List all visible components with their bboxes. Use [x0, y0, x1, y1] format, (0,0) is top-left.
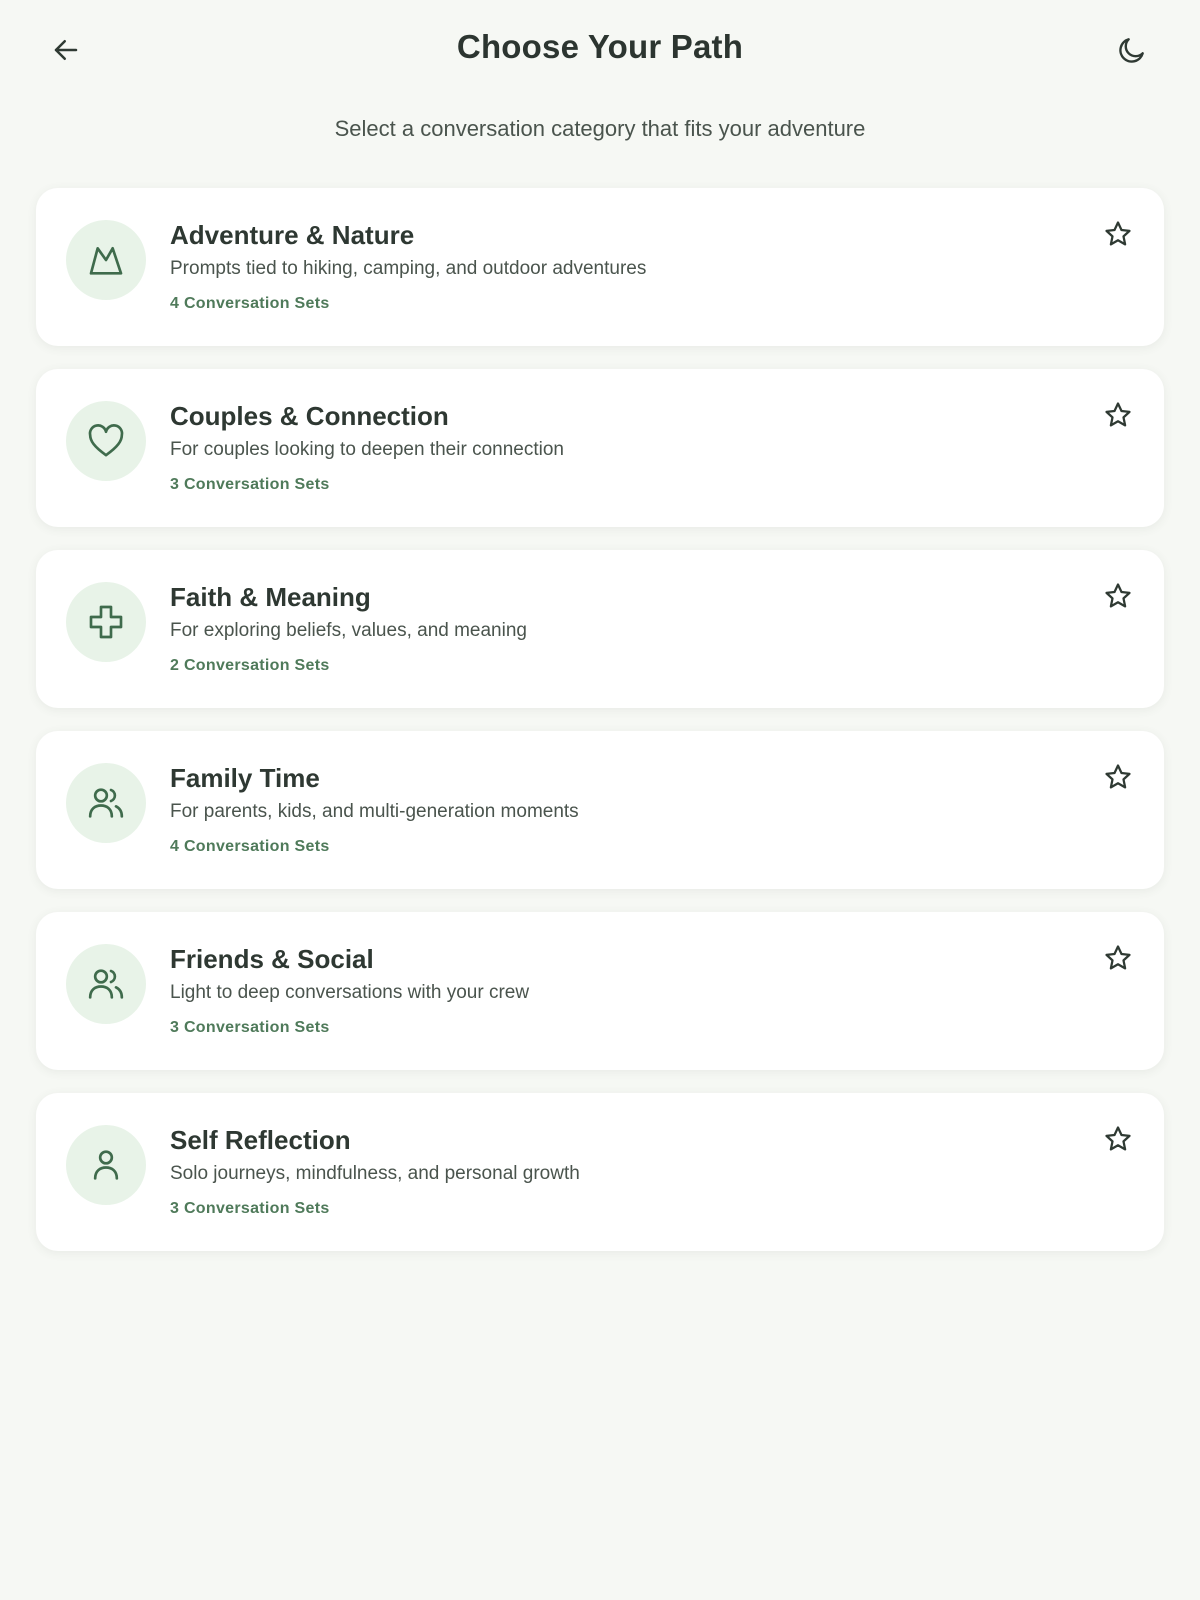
users-icon: [88, 788, 124, 818]
header: Choose Your Path: [0, 0, 1200, 100]
heart-icon: [88, 424, 124, 457]
category-count: 3 Conversation Sets: [170, 1019, 330, 1036]
category-card-self-reflection[interactable]: Self Reflection Solo journeys, mindfulne…: [36, 1093, 1164, 1251]
category-card-faith-meaning[interactable]: Faith & Meaning For exploring beliefs, v…: [36, 550, 1164, 708]
star-icon: [1105, 583, 1131, 608]
star-icon: [1105, 402, 1131, 427]
category-icon-circle: [66, 220, 146, 300]
favorite-button[interactable]: [1098, 214, 1138, 254]
category-card-couples-connection[interactable]: Couples & Connection For couples looking…: [36, 369, 1164, 527]
category-description: For exploring beliefs, values, and meani…: [170, 620, 527, 641]
favorite-button[interactable]: [1098, 1119, 1138, 1159]
category-description: Light to deep conversations with your cr…: [170, 982, 530, 1003]
star-icon: [1105, 945, 1131, 970]
category-description: Prompts tied to hiking, camping, and out…: [170, 258, 647, 279]
category-description: For parents, kids, and multi-generation …: [170, 801, 579, 822]
category-title: Couples & Connection: [170, 401, 449, 431]
star-icon: [1105, 221, 1131, 246]
star-icon: [1105, 764, 1131, 789]
category-icon-circle: [66, 944, 146, 1024]
category-count: 3 Conversation Sets: [170, 1200, 330, 1217]
category-card-family-time[interactable]: Family Time For parents, kids, and multi…: [36, 731, 1164, 889]
moon-icon: [1119, 38, 1144, 63]
page-title: Choose Your Path: [456, 28, 744, 65]
category-description: Solo journeys, mindfulness, and personal…: [170, 1163, 580, 1184]
category-count: 4 Conversation Sets: [170, 838, 330, 855]
favorite-button[interactable]: [1098, 938, 1138, 978]
star-icon: [1105, 1126, 1131, 1151]
users-icon: [88, 969, 124, 999]
mountain-icon: [89, 247, 123, 275]
category-count: 3 Conversation Sets: [170, 476, 330, 493]
favorite-button[interactable]: [1098, 576, 1138, 616]
category-card-friends-social[interactable]: Friends & Social Light to deep conversat…: [36, 912, 1164, 1070]
category-title: Family Time: [170, 763, 320, 793]
category-count: 4 Conversation Sets: [170, 295, 330, 312]
favorite-button[interactable]: [1098, 395, 1138, 435]
user-icon: [93, 1150, 119, 1180]
category-icon-circle: [66, 401, 146, 481]
category-description: For couples looking to deepen their conn…: [170, 439, 564, 460]
category-card-adventure-nature[interactable]: Adventure & Nature Prompts tied to hikin…: [36, 188, 1164, 346]
theme-toggle-button[interactable]: [1110, 28, 1154, 72]
category-icon-circle: [66, 582, 146, 662]
page-subtitle: Select a conversation category that fits…: [334, 116, 866, 141]
category-icon-circle: [66, 763, 146, 843]
category-list: Adventure & Nature Prompts tied to hikin…: [0, 188, 1200, 1251]
category-title: Self Reflection: [170, 1125, 351, 1155]
category-count: 2 Conversation Sets: [170, 657, 330, 674]
category-title: Adventure & Nature: [170, 220, 415, 250]
category-title: Friends & Social: [170, 944, 374, 974]
favorite-button[interactable]: [1098, 757, 1138, 797]
category-title: Faith & Meaning: [170, 582, 371, 612]
category-icon-circle: [66, 1125, 146, 1205]
cross-icon: [89, 605, 123, 639]
